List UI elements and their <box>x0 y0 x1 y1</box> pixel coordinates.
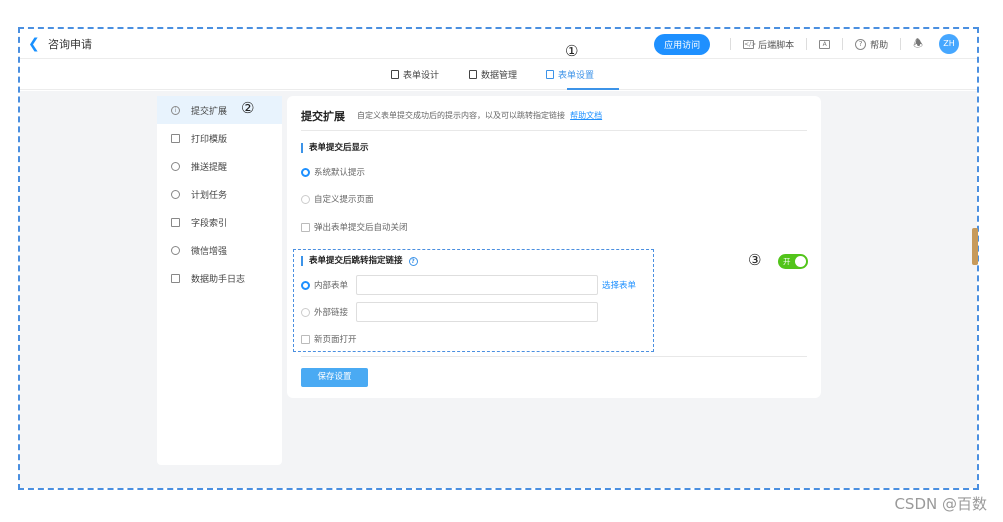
question-icon[interactable]: ? <box>408 257 418 266</box>
checkbox-label: 弹出表单提交后自动关闭 <box>314 223 408 233</box>
checkbox-icon <box>301 222 310 232</box>
divider <box>900 38 902 50</box>
file-icon <box>171 217 180 227</box>
wechat-icon <box>171 245 180 255</box>
sidebar-item-data-assistant-log[interactable]: 数据助手日志 <box>157 264 282 292</box>
checkbox-label: 新页面打开 <box>314 335 357 345</box>
sidebar-item-label: 数据助手日志 <box>191 274 246 285</box>
tab-label: 数据管理 <box>481 71 518 81</box>
radio-unselected-icon <box>301 307 310 317</box>
toggle-label: 开 <box>783 257 791 266</box>
sidebar-item-wechat-enhance[interactable]: 微信增强 <box>157 236 282 264</box>
checkbox-icon <box>301 334 310 344</box>
sidebar-item-label: 计划任务 <box>191 190 228 201</box>
select-form-link[interactable]: 选择表单 <box>602 279 636 291</box>
watermark: CSDN @百数 <box>894 495 987 513</box>
help-doc-link[interactable]: 帮助文档 <box>570 111 602 120</box>
edit-icon <box>391 70 399 79</box>
back-icon[interactable]: ❮ <box>28 37 42 51</box>
printer-icon <box>171 133 180 143</box>
log-icon <box>171 273 180 283</box>
radio-label: 外部链接 <box>314 308 349 318</box>
header-actions: 应用访问 </> 后端脚本 A ? 帮助 🕭 ZH <box>654 32 959 56</box>
help-label: 帮助 <box>870 40 889 51</box>
avatar[interactable]: ZH <box>939 34 959 54</box>
radio-system-default[interactable]: 系统默认提示 <box>301 166 365 178</box>
external-link-input[interactable] <box>356 302 598 322</box>
annotation-marker-2: ② <box>241 99 255 117</box>
question-icon: ? <box>855 38 867 50</box>
info-icon: i <box>171 105 180 115</box>
save-settings-button[interactable]: 保存设置 <box>301 368 368 387</box>
sidebar-item-label: 提交扩展 <box>191 106 228 117</box>
divider <box>730 38 732 50</box>
sidebar-item-label: 字段索引 <box>191 218 228 229</box>
radio-selected-icon <box>301 280 310 290</box>
radio-label: 内部表单 <box>314 281 349 291</box>
checkbox-open-new-page[interactable]: 新页面打开 <box>301 333 357 345</box>
active-tab-indicator <box>567 88 619 90</box>
sidebar-item-label: 微信增强 <box>191 246 228 257</box>
settings-doc-icon <box>546 70 554 79</box>
sidebar-item-push-reminder[interactable]: 推送提醒 <box>157 152 282 180</box>
divider <box>301 130 807 131</box>
sidebar-item-print-template[interactable]: 打印模版 <box>157 124 282 152</box>
radio-label: 系统默认提示 <box>314 168 366 178</box>
annotation-marker-1: ① <box>565 42 579 60</box>
panel-description-text: 自定义表单提交成功后的提示内容，以及可以跳转指定链接 <box>357 111 565 120</box>
radio-external-link[interactable]: 外部链接 <box>301 306 348 318</box>
clock-icon <box>171 189 180 199</box>
backend-script-button[interactable]: </> 后端脚本 <box>743 38 794 51</box>
toggle-knob <box>795 256 806 267</box>
section-header-after-submit: 表单提交后显示 <box>301 143 369 153</box>
side-drawer-handle[interactable] <box>972 228 978 265</box>
contact-card-icon: A <box>819 39 831 49</box>
image-icon <box>469 70 477 79</box>
tab-form-settings[interactable]: 表单设置 <box>546 68 594 81</box>
tab-label: 表单设置 <box>558 71 595 81</box>
sidebar-item-label: 推送提醒 <box>191 162 228 173</box>
section-header-redirect: 表单提交后跳转指定链接? <box>301 256 418 266</box>
sidebar-item-field-index[interactable]: 字段索引 <box>157 208 282 236</box>
tab-label: 表单设计 <box>403 71 440 81</box>
tab-bar: 表单设计 数据管理 表单设置 <box>20 60 977 90</box>
settings-panel: 提交扩展 自定义表单提交成功后的提示内容，以及可以跳转指定链接 帮助文档 <box>287 96 821 398</box>
radio-internal-form[interactable]: 内部表单 <box>301 279 348 291</box>
code-icon: </> <box>743 39 757 49</box>
tab-data-management[interactable]: 数据管理 <box>469 68 517 81</box>
radio-selected-icon <box>301 167 310 177</box>
tab-form-design[interactable]: 表单设计 <box>391 68 439 81</box>
bell-icon <box>171 161 180 171</box>
divider <box>301 356 807 357</box>
section-header-text: 表单提交后跳转指定链接 <box>309 256 403 266</box>
settings-sidebar: i 提交扩展 打印模版 推送提醒 计划任务 字段索引 微信增强 数据助手日志 <box>157 96 282 465</box>
panel-description: 自定义表单提交成功后的提示内容，以及可以跳转指定链接 帮助文档 <box>357 110 602 121</box>
divider <box>806 38 808 50</box>
app-header: ❮ 咨询申请 应用访问 </> 后端脚本 A ? 帮助 🕭 ZH <box>20 29 977 59</box>
internal-form-input[interactable] <box>356 275 598 295</box>
radio-custom-page[interactable]: 自定义提示页面 <box>301 193 374 205</box>
annotation-marker-3: ③ <box>748 251 762 269</box>
backend-script-label: 后端脚本 <box>758 40 795 51</box>
radio-unselected-icon <box>301 194 310 204</box>
checkbox-popup-autoclose[interactable]: 弹出表单提交后自动关闭 <box>301 221 408 233</box>
divider <box>842 38 844 50</box>
sidebar-item-label: 打印模版 <box>191 134 228 145</box>
contact-button[interactable]: A <box>819 39 831 49</box>
radio-label: 自定义提示页面 <box>314 195 374 205</box>
sidebar-item-submit-extension[interactable]: i 提交扩展 <box>157 96 282 124</box>
app-title: 咨询申请 <box>48 37 92 51</box>
bell-icon[interactable]: 🕭 <box>913 35 923 54</box>
app-visit-button[interactable]: 应用访问 <box>654 33 711 55</box>
help-button[interactable]: ? 帮助 <box>855 38 888 51</box>
sidebar-item-scheduled-task[interactable]: 计划任务 <box>157 180 282 208</box>
panel-title: 提交扩展 <box>301 110 345 123</box>
redirect-toggle[interactable]: 开 <box>778 254 808 269</box>
